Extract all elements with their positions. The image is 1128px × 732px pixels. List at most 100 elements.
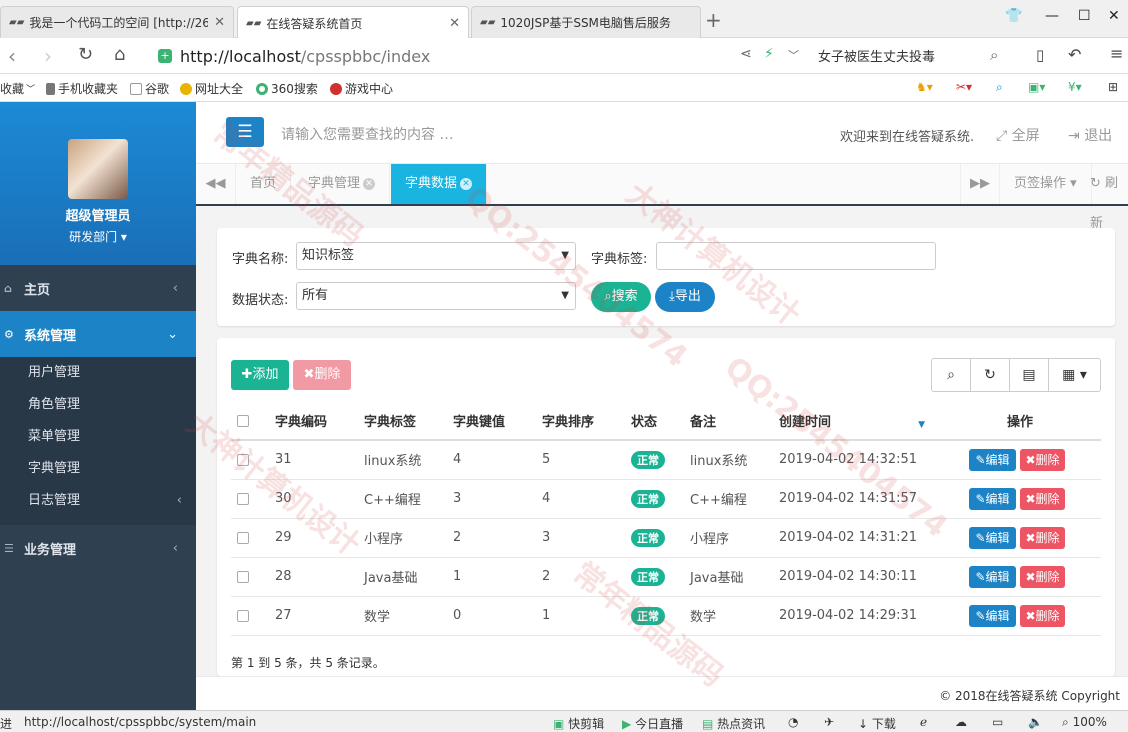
table-row[interactable]: 27 数学 0 1 正常 数学 2019-04-02 14:29:31 ✎编辑 ✖删除 [231, 596, 1101, 636]
row-checkbox[interactable] [237, 609, 249, 622]
lightning-icon[interactable]: ⚡ [764, 46, 774, 62]
undo-icon[interactable]: ↶ [1068, 45, 1081, 64]
row-checkbox[interactable] [237, 531, 249, 544]
apps-icon[interactable]: ⊞ [1108, 80, 1118, 94]
edit-button[interactable]: ✎编辑 [969, 565, 1016, 588]
yen-icon[interactable]: ¥▾ [1068, 80, 1082, 94]
edit-button[interactable]: ✎编辑 [969, 526, 1016, 549]
edit-button[interactable]: ✎编辑 [969, 487, 1016, 510]
sidebar-item-users[interactable]: 用户管理 [0, 357, 196, 389]
bookmark-item[interactable]: 360搜索 [256, 80, 318, 97]
bookmark-item[interactable]: 收藏 ﹀ [0, 80, 35, 97]
menu-icon[interactable]: ≡ [1110, 44, 1123, 63]
sidebar-item-system[interactable]: ⚙ 系统管理 ⌄ [0, 311, 196, 357]
gamepad-icon[interactable]: ▣▾ [1028, 80, 1045, 94]
url-field[interactable]: + http://localhost/cpsspbbc/index [158, 43, 808, 69]
ext-icon[interactable]: ♞▾ [916, 80, 933, 94]
screen-icon[interactable]: ▭ [992, 715, 1003, 729]
export-button[interactable]: ⤓导出 [655, 282, 715, 312]
col-header[interactable]: 字典键值 [447, 402, 536, 441]
chevron-down-icon[interactable]: ﹀ [788, 47, 799, 63]
share-icon[interactable]: ⋖ [740, 46, 752, 62]
maximize-icon[interactable]: ☐ [1078, 8, 1091, 24]
volume-icon[interactable]: 🔈 [1028, 715, 1043, 729]
user-dept-dropdown[interactable]: 研发部门 ▾ [0, 228, 196, 245]
home-icon[interactable]: ⌂ [114, 44, 125, 65]
fullscreen-button[interactable]: ⤢ 全屏 [996, 125, 1040, 145]
tab-dict-data[interactable]: 字典数据 ✕ [391, 164, 488, 204]
row-delete-button[interactable]: ✖删除 [1020, 487, 1065, 510]
dict-label-input[interactable] [656, 242, 936, 270]
search-button[interactable]: ⌕搜索 [591, 282, 651, 312]
news-item[interactable]: ▤ 热点资讯 [702, 715, 765, 732]
bookmark-item[interactable]: 谷歌 [130, 80, 169, 97]
scissors-icon[interactable]: ✂▾ [956, 80, 972, 94]
col-header[interactable]: 备注 [684, 402, 773, 441]
bookmark-item[interactable]: 网址大全 [180, 80, 243, 97]
col-header[interactable]: 字典编码 [269, 402, 358, 441]
columns-icon[interactable]: ▦ ▾ [1049, 359, 1100, 391]
refresh-icon[interactable]: ↻ [971, 359, 1010, 391]
search-icon[interactable]: ⌕ [990, 46, 998, 64]
row-checkbox[interactable] [237, 492, 249, 505]
row-delete-button[interactable]: ✖删除 [1020, 526, 1065, 549]
phone-icon[interactable]: ▯ [1036, 46, 1044, 64]
menu-toggle-button[interactable]: ☰ [226, 117, 264, 147]
sidebar-item-logs[interactable]: 日志管理 ‹ [0, 485, 196, 517]
sidebar-item-dicts[interactable]: 字典管理 [0, 453, 196, 485]
col-header[interactable]: 状态 [625, 402, 684, 441]
select-all-checkbox[interactable] [237, 414, 249, 427]
edit-button[interactable]: ✎编辑 [969, 448, 1016, 471]
avatar[interactable] [68, 139, 128, 199]
reload-icon[interactable]: ↻ [78, 44, 93, 65]
back-icon[interactable]: ‹ [8, 44, 16, 68]
cloud-icon[interactable]: ☁ [955, 715, 967, 729]
live-item[interactable]: ▶ 今日直播 [622, 715, 683, 732]
table-row[interactable]: 31 linux系统 4 5 正常 linux系统 2019-04-02 14:32:51 ✎… [231, 440, 1101, 480]
browser-tab-active[interactable]: ▰▰ 在线答疑系统首页 ✕ [237, 6, 469, 39]
browser-tab[interactable]: ▰▰ 1020JSP基于SSM电脑售后服务 [471, 6, 701, 38]
page-ops-dropdown[interactable]: 页签操作 ▾ [1000, 164, 1092, 204]
new-tab-icon[interactable]: + [705, 8, 722, 32]
row-checkbox[interactable] [237, 453, 249, 466]
edit-button[interactable]: ✎编辑 [969, 604, 1016, 627]
close-icon[interactable]: ✕ [449, 16, 460, 31]
col-header[interactable]: 字典标签 [358, 402, 447, 441]
close-window-icon[interactable]: ✕ [1108, 8, 1120, 24]
row-delete-button[interactable]: ✖删除 [1020, 604, 1065, 627]
row-delete-button[interactable]: ✖删除 [1020, 565, 1065, 588]
col-header[interactable]: 字典排序 [536, 402, 625, 441]
tab-dict-manage[interactable]: 字典管理 ✕ [294, 164, 391, 204]
speed-icon[interactable]: ◔ [788, 715, 798, 729]
sidebar-item-menus[interactable]: 菜单管理 [0, 421, 196, 453]
close-icon[interactable]: ✕ [363, 177, 376, 190]
shirt-icon[interactable]: 👕 [1005, 8, 1022, 24]
minimize-icon[interactable]: — [1045, 8, 1059, 24]
scroll-right-button[interactable]: ▶▶ [960, 164, 1000, 204]
browser-search-input[interactable]: 女子被医生丈夫投毒 [818, 46, 1018, 66]
bookmark-item[interactable]: 手机收藏夹 [46, 80, 118, 97]
add-button[interactable]: ✚添加 [231, 360, 289, 390]
browser-tab[interactable]: ▰▰ 我是一个代码工的空间 [http://26 ✕ [0, 6, 234, 38]
tab-home[interactable]: 首页 [236, 164, 292, 204]
sidebar-item-roles[interactable]: 角色管理 [0, 389, 196, 421]
logout-button[interactable]: ⇥ 退出 [1068, 125, 1112, 145]
close-icon[interactable]: ✕ [214, 15, 225, 30]
top-search-input[interactable]: 请输入您需要查找的内容 … [281, 124, 453, 144]
download-item[interactable]: ↓ 下载 [858, 715, 896, 732]
status-select[interactable]: 所有 ▼ [296, 282, 576, 310]
toggle-view-icon[interactable]: ▤ [1010, 359, 1049, 391]
search-icon[interactable]: ⌕ [932, 359, 971, 391]
table-row[interactable]: 30 C++编程 3 4 正常 C++编程 2019-04-02 14:31:57 ✎编辑 ✖删… [231, 479, 1101, 519]
refresh-button[interactable]: ↻ 刷新 [1080, 164, 1128, 231]
row-delete-button[interactable]: ✖删除 [1020, 448, 1065, 471]
zoom-item[interactable]: ⌕ 100% [1062, 715, 1107, 730]
search-icon[interactable]: ⌕ [996, 80, 1003, 95]
ie-icon[interactable]: ℯ [920, 715, 927, 729]
close-icon[interactable]: ✕ [460, 177, 473, 190]
forward-icon[interactable]: › [44, 44, 52, 68]
table-row[interactable]: 29 小程序 2 3 正常 小程序 2019-04-02 14:31:21 ✎编辑 ✖删除 [231, 518, 1101, 558]
table-row[interactable]: 28 Java基础 1 2 正常 Java基础 2019-04-02 14:30:11 ✎编辑… [231, 557, 1101, 597]
sidebar-item-business[interactable]: ☰ 业务管理 ‹ [0, 525, 196, 571]
row-checkbox[interactable] [237, 570, 249, 583]
